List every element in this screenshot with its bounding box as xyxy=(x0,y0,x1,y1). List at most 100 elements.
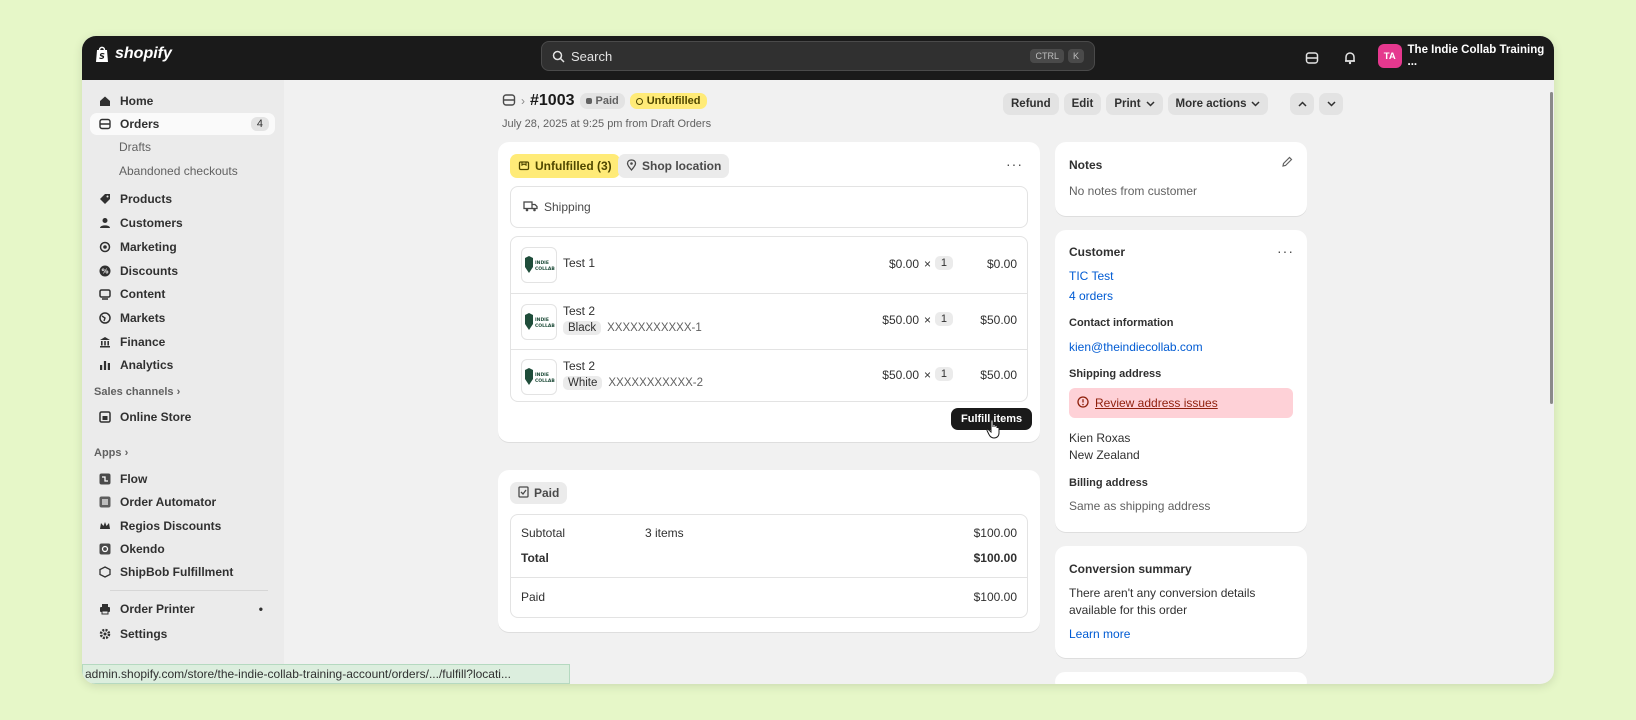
subtotal-items: 3 items xyxy=(645,526,684,540)
okendo-app-icon xyxy=(98,543,111,556)
sidebar-item-online-store[interactable]: Online Store xyxy=(90,406,275,428)
times-sign: × xyxy=(923,313,931,327)
product-name[interactable]: Test 1 xyxy=(563,256,595,270)
conversion-card: Conversion summary There aren't any conv… xyxy=(1055,546,1307,658)
apps-heading[interactable]: Apps › xyxy=(94,447,128,459)
top-bar: S shopify Search CTRL K TA The Indie Col… xyxy=(82,36,1554,80)
paid-dot-icon xyxy=(585,98,592,104)
svg-text:%: % xyxy=(101,268,108,276)
review-address-banner[interactable]: Review address issues xyxy=(1069,388,1293,418)
paid-label: Paid xyxy=(521,590,546,604)
sidebar-item-analytics[interactable]: Analytics xyxy=(90,354,275,376)
sidebar-item-orders[interactable]: Orders 4 xyxy=(90,113,275,135)
total-label: Total xyxy=(521,551,549,565)
store-name: The Indie Collab Training ... xyxy=(1407,44,1545,68)
payment-summary-box: Subtotal 3 items $100.00 Total $100.00 P… xyxy=(510,514,1028,618)
pencil-icon[interactable] xyxy=(1281,156,1293,171)
store-switcher[interactable]: TA The Indie Collab Training ... xyxy=(1378,44,1554,68)
sidebar-item-products[interactable]: Products xyxy=(90,188,275,210)
storefront-icon xyxy=(98,411,111,424)
product-name[interactable]: Test 2 xyxy=(563,304,595,318)
discount-icon: % xyxy=(98,265,111,278)
order-header: › #1003 Paid Unfulfilled xyxy=(502,92,707,110)
order-actions: Refund Edit Print More actions xyxy=(1003,93,1344,115)
scrollbar-thumb[interactable] xyxy=(1550,92,1553,404)
refund-button[interactable]: Refund xyxy=(1003,93,1059,115)
sales-channels-heading[interactable]: Sales channels › xyxy=(94,386,180,398)
next-card-partial xyxy=(1055,672,1307,684)
notes-title: Notes xyxy=(1069,158,1103,172)
total-value: $100.00 xyxy=(973,551,1017,565)
sidebar-item-okendo[interactable]: Okendo xyxy=(90,538,275,560)
unfulfilled-chip: Unfulfilled (3) xyxy=(510,154,620,178)
line-total: $50.00 xyxy=(980,313,1017,327)
print-button[interactable]: Print xyxy=(1106,93,1163,115)
sidebar-item-shipbob[interactable]: ShipBob Fulfillment xyxy=(90,561,275,583)
payment-card: Paid Subtotal 3 items $100.00 Total $100… xyxy=(498,470,1040,632)
bank-icon xyxy=(98,336,111,349)
search-placeholder: Search xyxy=(571,48,613,64)
shipping-label: Shipping xyxy=(544,200,591,214)
unfulfilled-circle-icon xyxy=(635,97,643,105)
target-icon xyxy=(98,241,111,254)
chevron-down-icon xyxy=(1251,98,1261,110)
home-icon xyxy=(98,95,111,108)
customer-email-link[interactable]: kien@theindiecollab.com xyxy=(1069,340,1203,354)
sidebar-item-flow[interactable]: Flow xyxy=(90,468,275,490)
contact-heading: Contact information xyxy=(1069,317,1174,329)
person-icon xyxy=(98,217,111,230)
sidebar-item-order-printer[interactable]: Order Printer • xyxy=(90,598,275,620)
sku: XXXXXXXXXXX-1 xyxy=(607,322,702,334)
sidebar-item-markets[interactable]: Markets xyxy=(90,307,275,329)
shopify-logo[interactable]: S shopify xyxy=(94,45,172,63)
search-input[interactable]: Search CTRL K xyxy=(541,41,1095,71)
paid-chip: Paid xyxy=(510,482,568,504)
sidebar-item-settings[interactable]: Settings xyxy=(90,623,275,645)
sidebar-item-finance[interactable]: Finance xyxy=(90,331,275,353)
unit-price: $50.00 xyxy=(882,313,919,327)
more-options-icon[interactable]: ··· xyxy=(1006,156,1023,172)
next-order-button[interactable] xyxy=(1319,93,1344,115)
sidebar-label-discounts: Discounts xyxy=(120,264,179,278)
sidebar-item-discounts[interactable]: % Discounts xyxy=(90,260,275,282)
sidebar-item-abandoned-checkouts[interactable]: Abandoned checkouts xyxy=(119,164,238,178)
svg-text:S: S xyxy=(99,52,105,61)
conversion-body-line1: There aren't any conversion details xyxy=(1069,586,1256,600)
orders-breadcrumb-icon[interactable] xyxy=(502,93,516,110)
sidebar-item-regios-discounts[interactable]: Regios Discounts xyxy=(90,515,275,537)
tag-icon xyxy=(98,193,111,206)
paid-chip-label: Paid xyxy=(534,486,560,500)
previous-order-button[interactable] xyxy=(1290,93,1315,115)
conversion-title: Conversion summary xyxy=(1069,562,1192,576)
sidebar-item-order-automator[interactable]: Order Automator xyxy=(90,491,275,513)
customer-name-link[interactable]: TIC Test xyxy=(1069,269,1113,283)
sidebar-item-drafts[interactable]: Drafts xyxy=(119,140,151,154)
sidebar: Home Orders 4 Drafts Abandoned checkouts… xyxy=(82,80,284,684)
product-name[interactable]: Test 2 xyxy=(563,359,595,373)
unit-price: $0.00 xyxy=(888,257,919,271)
gear-icon xyxy=(98,628,111,641)
fulfillment-status-badge: Unfulfilled xyxy=(629,93,707,109)
chevron-up-icon xyxy=(1298,98,1307,110)
learn-more-link[interactable]: Learn more xyxy=(1069,627,1130,641)
customer-orders-link[interactable]: 4 orders xyxy=(1069,289,1113,303)
more-actions-button[interactable]: More actions xyxy=(1167,93,1269,115)
review-address-link[interactable]: Review address issues xyxy=(1095,396,1218,410)
bell-icon[interactable] xyxy=(1340,48,1360,68)
times-sign: × xyxy=(923,368,931,382)
summary-divider xyxy=(511,577,1027,578)
pinned-dot-icon: • xyxy=(258,602,263,616)
customer-more-icon[interactable]: ··· xyxy=(1277,243,1294,259)
sidebar-item-content[interactable]: Content xyxy=(90,283,275,305)
sidebar-item-home[interactable]: Home xyxy=(90,90,275,112)
billing-address-value: Same as shipping address xyxy=(1069,499,1211,513)
bar-chart-icon xyxy=(98,359,111,372)
refund-label: Refund xyxy=(1011,98,1051,110)
location-chip[interactable]: Shop location xyxy=(618,154,730,178)
sidebar-item-marketing[interactable]: Marketing xyxy=(90,236,275,258)
indie-collab-logo-icon: INDIECOLLAB xyxy=(525,368,555,385)
edit-button[interactable]: Edit xyxy=(1063,93,1102,115)
inbox-icon[interactable] xyxy=(1302,48,1322,68)
sidebar-item-customers[interactable]: Customers xyxy=(90,212,275,234)
svg-text:COLLAB: COLLAB xyxy=(535,378,555,384)
